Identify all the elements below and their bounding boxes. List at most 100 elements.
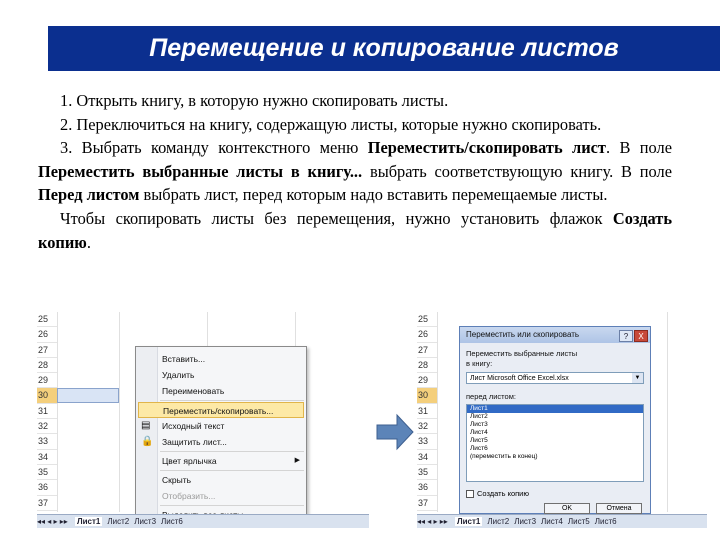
menu-item[interactable]: Скрыть xyxy=(136,472,306,488)
row-number[interactable]: 32 xyxy=(417,419,437,435)
body-text: 1. Открыть книгу, в которую нужно скопир… xyxy=(38,89,672,254)
sheet-list-item[interactable]: Лист5 xyxy=(467,437,643,445)
sheet-tab[interactable]: Лист5 xyxy=(568,517,590,526)
row-number[interactable]: 32 xyxy=(37,419,57,435)
book-select-value: Лист Microsoft Office Excel.xlsx xyxy=(470,375,569,382)
menu-item[interactable]: 🔒 Защитить лист... xyxy=(136,434,306,450)
row-number[interactable]: 27 xyxy=(417,343,437,358)
row-number[interactable]: 30 xyxy=(417,388,437,404)
step-3-text-e: выбрать соответствующую книгу. В поле xyxy=(362,161,672,181)
selected-cell[interactable] xyxy=(57,388,119,403)
row-number[interactable]: 37 xyxy=(37,496,57,511)
chevron-down-icon[interactable]: ▼ xyxy=(632,373,643,383)
move-copy-dialog-screenshot: 25 26 27 28 29 30 31 32 33 34 35 36 37 Переместить и… xyxy=(417,312,707,528)
sheet-list-item[interactable]: (переместить в конец) xyxy=(467,453,643,461)
right-arrow-icon xyxy=(376,413,414,451)
sheet-list-item[interactable]: Лист4 xyxy=(467,429,643,437)
before-sheet-list[interactable]: Лист1 Лист2 Лист3 Лист4 Лист5 Лист6 (перемести… xyxy=(466,404,644,482)
row-number[interactable]: 35 xyxy=(37,465,57,481)
menu-separator xyxy=(160,505,304,506)
sheet-list-item[interactable]: Лист3 xyxy=(467,421,643,429)
sheet-list-item[interactable]: Лист1 xyxy=(467,405,643,413)
step-2: 2. Переключиться на книгу, содержащую ли… xyxy=(60,114,602,134)
row-number[interactable]: 31 xyxy=(37,404,57,420)
create-copy-label: Создать копию xyxy=(477,489,529,498)
dialog-title: Переместить или скопировать xyxy=(466,330,580,339)
menu-item[interactable]: Переименовать xyxy=(136,383,306,399)
row-number[interactable]: 25 xyxy=(417,312,437,328)
dialog-title-bar: Переместить или скопировать ? X xyxy=(460,327,650,343)
menu-item[interactable]: Удалить xyxy=(136,367,306,383)
row-number[interactable]: 30 xyxy=(37,388,57,404)
checkbox-box[interactable] xyxy=(466,490,474,499)
row-number[interactable]: 36 xyxy=(37,480,57,496)
close-button[interactable]: X xyxy=(634,330,648,342)
step-3-text-a: 3. Выбрать команду контекстного меню xyxy=(60,138,368,158)
row-number[interactable]: 25 xyxy=(37,312,57,328)
menu-item-label: Цвет ярлычка xyxy=(162,456,217,466)
menu-separator xyxy=(160,470,304,471)
row-number[interactable]: 34 xyxy=(37,450,57,465)
menu-item[interactable]: Отобразить... xyxy=(136,488,306,504)
sheet-tab[interactable]: Лист4 xyxy=(541,517,563,526)
lock-icon: 🔒 xyxy=(141,436,154,447)
tab-nav-arrows[interactable]: ◂◂ ◂ ▸ ▸▸ xyxy=(37,517,68,526)
sheet-tabs: ◂◂ ◂ ▸ ▸▸ Лист1 Лист2 Лист3 Лист6 xyxy=(37,514,369,528)
menu-item[interactable]: Переместить/скопировать... xyxy=(138,402,304,418)
row-number[interactable]: 28 xyxy=(37,358,57,374)
row-number[interactable]: 28 xyxy=(417,358,437,374)
menu-item-label: Вставить... xyxy=(162,354,206,364)
grid-line xyxy=(57,312,58,512)
sheet-tab[interactable]: Лист2 xyxy=(487,517,509,526)
sheet-tab[interactable]: Лист1 xyxy=(455,517,483,526)
row-number[interactable]: 37 xyxy=(417,496,437,511)
row-number[interactable]: 34 xyxy=(417,450,437,465)
row-number[interactable]: 26 xyxy=(417,327,437,343)
menu-item[interactable]: Цвет ярлычка ▶ xyxy=(136,453,306,469)
sheet-tab[interactable]: Лист6 xyxy=(595,517,617,526)
help-button[interactable]: ? xyxy=(619,330,633,342)
row-number[interactable]: 29 xyxy=(37,373,57,389)
book-label: Переместить выбранные листы xyxy=(466,349,578,358)
grid-line xyxy=(667,312,668,512)
sheet-tab[interactable]: Лист1 xyxy=(75,517,103,526)
sheet-tab[interactable]: Лист3 xyxy=(514,517,536,526)
row-number[interactable]: 33 xyxy=(37,434,57,450)
row-number[interactable]: 26 xyxy=(37,327,57,343)
before-sheet-label: перед листом: xyxy=(466,392,516,401)
sheet-list-item[interactable]: Лист2 xyxy=(467,413,643,421)
row-number[interactable]: 31 xyxy=(417,404,437,420)
row-number[interactable]: 29 xyxy=(417,373,437,389)
menu-separator xyxy=(160,400,304,401)
row-number[interactable]: 36 xyxy=(417,480,437,496)
sheet-tab[interactable]: Лист3 xyxy=(134,517,156,526)
tab-nav-arrows[interactable]: ◂◂ ◂ ▸ ▸▸ xyxy=(417,517,448,526)
menu-item[interactable]: ▤ Исходный текст xyxy=(136,418,306,434)
sheet-list-item[interactable]: Лист6 xyxy=(467,445,643,453)
grid-line xyxy=(119,312,120,512)
menu-item[interactable]: Вставить... xyxy=(136,351,306,367)
step-3-command: Переместить/скопировать лист xyxy=(367,138,606,158)
menu-item-label: Защитить лист... xyxy=(162,437,227,447)
menu-item-label: Отобразить... xyxy=(162,491,216,501)
row-number[interactable]: 27 xyxy=(37,343,57,358)
menu-item-label: Переименовать xyxy=(162,386,225,396)
cancel-button[interactable]: Отмена xyxy=(596,503,642,514)
row-number[interactable]: 35 xyxy=(417,465,437,481)
sheet-tabs: ◂◂ ◂ ▸ ▸▸ Лист1 Лист2 Лист3 Лист4 Лист5 Лист6 xyxy=(417,514,707,528)
ok-button[interactable]: OK xyxy=(544,503,590,514)
create-copy-checkbox[interactable]: Создать копию xyxy=(466,489,529,499)
sheet-tab[interactable]: Лист2 xyxy=(107,517,129,526)
context-menu: Вставить... Удалить Переименовать Перемести… xyxy=(135,346,307,528)
menu-item-label: Скрыть xyxy=(162,475,192,485)
book-select[interactable]: Лист Microsoft Office Excel.xlsx ▼ xyxy=(466,372,644,384)
chevron-right-icon: ▶ xyxy=(294,457,300,464)
slide-title: Перемещение и копирование листов xyxy=(48,26,720,71)
step-4-text-c: . xyxy=(86,232,91,252)
menu-item-label: Удалить xyxy=(162,370,195,380)
context-menu-screenshot: 25 26 27 28 29 30 31 32 33 34 35 36 37 Вставить... Уд… xyxy=(37,312,369,528)
sheet-tab[interactable]: Лист6 xyxy=(161,517,183,526)
move-copy-dialog: Переместить или скопировать ? X Перемести… xyxy=(459,326,651,514)
step-3-text-c: . В поле xyxy=(605,138,672,158)
row-number[interactable]: 33 xyxy=(417,434,437,450)
